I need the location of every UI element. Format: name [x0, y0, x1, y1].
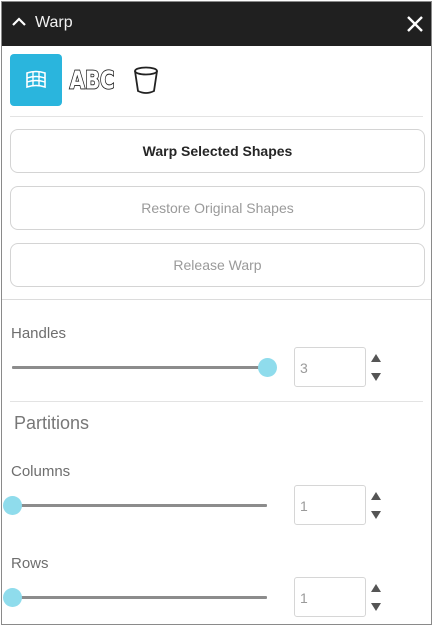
increment-arrow-icon[interactable]: [370, 353, 382, 363]
warp-selected-shapes-button[interactable]: Warp Selected Shapes: [10, 129, 425, 173]
envelope-cup-icon: [134, 66, 158, 94]
columns-slider-thumb[interactable]: [2, 496, 22, 515]
columns-label: Columns: [11, 463, 71, 480]
rows-slider-thumb[interactable]: [2, 588, 22, 607]
warp-grid-icon: [26, 70, 46, 89]
close-icon[interactable]: [405, 14, 425, 34]
divider: [2, 299, 431, 300]
chevron-up-icon[interactable]: [11, 16, 27, 28]
handles-slider-thumb[interactable]: [257, 358, 277, 377]
columns-input[interactable]: 1: [294, 485, 366, 525]
release-warp-button[interactable]: Release Warp: [10, 243, 425, 287]
decrement-arrow-icon[interactable]: [370, 602, 382, 612]
svg-text:ABC: ABC: [70, 66, 115, 95]
rows-slider-track[interactable]: [12, 596, 267, 599]
divider: [10, 401, 423, 402]
decrement-arrow-icon[interactable]: [370, 372, 382, 382]
envelope-mode-button[interactable]: [120, 54, 172, 106]
restore-original-shapes-button[interactable]: Restore Original Shapes: [10, 186, 425, 230]
handles-input[interactable]: 3: [294, 347, 366, 387]
text-warp-mode-button[interactable]: ABC: [66, 54, 118, 106]
increment-arrow-icon[interactable]: [370, 491, 382, 501]
title-bar: Warp: [2, 2, 431, 46]
warp-grid-mode-button[interactable]: [10, 54, 62, 106]
decrement-arrow-icon[interactable]: [370, 510, 382, 520]
rows-label: Rows: [11, 555, 49, 572]
rows-input[interactable]: 1: [294, 577, 366, 617]
text-abc-icon: ABC: [69, 65, 116, 96]
warp-panel: Warp ABC Warp Selected Shapes Restore Or…: [1, 1, 432, 625]
panel-title: Warp: [35, 14, 73, 31]
handles-label: Handles: [11, 325, 67, 342]
increment-arrow-icon[interactable]: [370, 583, 382, 593]
columns-slider-track[interactable]: [12, 504, 267, 507]
handles-slider-track[interactable]: [12, 366, 267, 369]
divider: [10, 116, 423, 117]
partitions-title: Partitions: [14, 413, 90, 433]
